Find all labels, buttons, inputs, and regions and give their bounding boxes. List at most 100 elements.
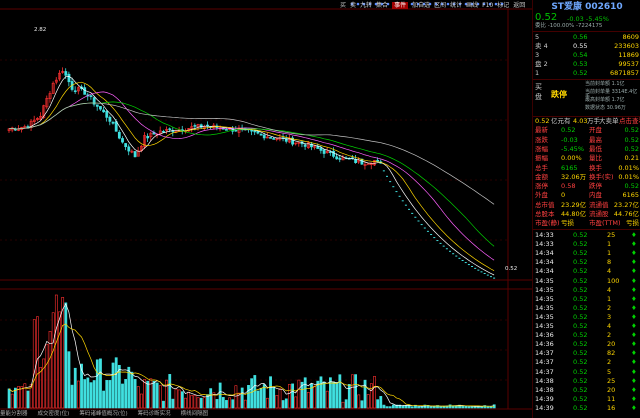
tick-volume: 4 bbox=[607, 322, 612, 330]
tick-row: 14:38 0.52 25 ♦ bbox=[533, 377, 640, 386]
view-link[interactable]: 点击查看 bbox=[619, 118, 640, 125]
volume-bar bbox=[363, 379, 367, 409]
candle-body bbox=[322, 149, 326, 154]
summary-label: 金额 bbox=[535, 172, 548, 181]
volume-bar bbox=[376, 399, 380, 409]
menu-item-7[interactable]: 统计 bbox=[450, 2, 462, 9]
candle-body bbox=[272, 138, 276, 140]
high-price-marker: 2.82 bbox=[34, 27, 47, 33]
summary-value: 0.52 bbox=[561, 126, 576, 135]
tick-time: 14:38 bbox=[535, 385, 554, 394]
ma-line-60 bbox=[8, 102, 495, 205]
tick-time: 14:34 bbox=[535, 249, 554, 258]
menu-item-8[interactable]: 画线 bbox=[466, 2, 478, 9]
summary-row: 涨停 0.58 跌停 0.52 bbox=[533, 182, 640, 191]
big-order-label: 大卖单 bbox=[599, 117, 619, 125]
candle-body bbox=[102, 109, 106, 113]
volume-bar bbox=[83, 379, 87, 409]
summary-row: 总手 6165 换手 0.01% bbox=[533, 164, 640, 173]
ask-label: 3 bbox=[535, 51, 540, 59]
volume-bar bbox=[64, 302, 68, 409]
indicator-tab-1[interactable]: 成交密度(位) bbox=[38, 411, 70, 417]
volume-bar bbox=[410, 406, 414, 409]
tick-price: 0.52 bbox=[573, 285, 588, 294]
tick-time: 14:38 bbox=[535, 376, 554, 385]
volume-bar bbox=[344, 399, 348, 409]
menu-item-4[interactable]: 事件 bbox=[392, 2, 409, 9]
ask-price: 0.53 bbox=[573, 60, 588, 68]
volume-bar bbox=[70, 384, 74, 409]
volume-bar bbox=[42, 358, 46, 409]
menu-item-9[interactable]: F10 bbox=[482, 2, 493, 9]
candle-body bbox=[225, 129, 228, 131]
volume-bar bbox=[464, 405, 468, 409]
down-arrow-icon: ♦ bbox=[631, 376, 637, 385]
volume-bar bbox=[486, 406, 490, 409]
summary-label-2: 换手 bbox=[589, 163, 602, 172]
tick-price: 0.52 bbox=[573, 231, 588, 239]
summary-row: 市盈(静) 亏损 市盈(TTM) 亏损 bbox=[533, 219, 640, 228]
tick-volume: 25 bbox=[607, 231, 616, 239]
indicator-tab-4[interactable]: 横线间隔图 bbox=[181, 411, 209, 417]
menu-item-2[interactable]: 九转 bbox=[360, 2, 372, 9]
volume-bar bbox=[215, 399, 219, 409]
summary-label-2: 开盘 bbox=[589, 126, 602, 135]
candle-body bbox=[335, 156, 339, 160]
summary-value: 23.29亿 bbox=[561, 200, 587, 209]
candle-body bbox=[124, 143, 128, 148]
summary-value-2: 23.27亿 bbox=[613, 200, 639, 209]
volume-bar bbox=[149, 378, 153, 409]
candle-body bbox=[250, 129, 254, 132]
indicator-tab-0[interactable]: 量能分割器 bbox=[0, 411, 28, 417]
down-arrow-icon: ♦ bbox=[631, 312, 637, 321]
down-arrow-icon: ♦ bbox=[631, 258, 637, 267]
tick-volume: 82 bbox=[607, 349, 616, 358]
volume-bar bbox=[250, 378, 254, 409]
summary-value-2: 6165 bbox=[622, 191, 639, 200]
menu-item-3[interactable]: 集合 bbox=[376, 2, 388, 9]
down-arrow-icon: ♦ bbox=[631, 367, 637, 376]
summary-label: 涨幅 bbox=[535, 144, 548, 153]
down-arrow-icon: ♦ bbox=[631, 285, 637, 294]
candle-body bbox=[133, 151, 137, 158]
volume-bar bbox=[155, 382, 159, 409]
kline-chart[interactable] bbox=[0, 0, 532, 418]
volume-bar bbox=[184, 397, 187, 409]
ma-line-10 bbox=[8, 81, 495, 272]
volume-bar bbox=[26, 390, 30, 409]
candle-body bbox=[253, 130, 257, 133]
volume-bar bbox=[158, 385, 162, 409]
volume-bar bbox=[45, 344, 49, 409]
summary-value-2: 0.52 bbox=[624, 182, 639, 191]
tick-time: 14:39 bbox=[535, 403, 554, 412]
price-change: -0.03 -5.45% bbox=[567, 15, 609, 23]
ask-volume: 6871857 bbox=[610, 69, 639, 77]
menu-item-6[interactable]: 区间 bbox=[434, 2, 446, 9]
top-menu: 买卖九转 集合 事件 加自选 区间 统计 画线 F10 标记 返回 bbox=[340, 0, 529, 9]
volume-bar bbox=[404, 405, 408, 409]
menu-item-10[interactable]: 标记 bbox=[497, 2, 509, 9]
big-order-unit: 亿元有 bbox=[551, 117, 571, 125]
low-price-marker: 0.52 bbox=[505, 266, 518, 272]
ask-volume: 8609 bbox=[622, 33, 639, 41]
summary-row: 总市值 23.29亿 流通值 23.27亿 bbox=[533, 201, 640, 210]
ask-row: 盘 2 0.53 99537 bbox=[533, 60, 640, 69]
summary-value-2: 0.01% bbox=[618, 172, 639, 181]
tick-row: 14:34 0.52 4 ♦ bbox=[533, 267, 640, 276]
volume-bar bbox=[165, 379, 169, 409]
indicator-tab-2[interactable]: 筹码诸峰值概况(位) bbox=[79, 411, 127, 417]
menu-item-11[interactable]: 返回 bbox=[513, 2, 525, 9]
menu-item-1[interactable]: 卖 bbox=[350, 2, 356, 9]
order-ratio: 委比 -100.00% -7224175 bbox=[535, 23, 603, 29]
summary-label-2: 最高 bbox=[589, 135, 602, 144]
tick-row: 14:37 0.52 2 ♦ bbox=[533, 358, 640, 367]
ask-row: 3 0.54 11869 bbox=[533, 51, 640, 60]
volume-bar bbox=[234, 385, 238, 409]
down-arrow-icon: ♦ bbox=[631, 267, 637, 276]
volume-bar bbox=[417, 406, 421, 409]
menu-item-5[interactable]: 加自选 bbox=[412, 2, 430, 9]
menu-item-0[interactable]: 买 bbox=[340, 2, 346, 9]
indicator-tab-3[interactable]: 筹码诊断实况 bbox=[138, 411, 171, 417]
last-price: 0.52 bbox=[535, 12, 558, 23]
summary-value: -0.03 bbox=[561, 135, 578, 144]
